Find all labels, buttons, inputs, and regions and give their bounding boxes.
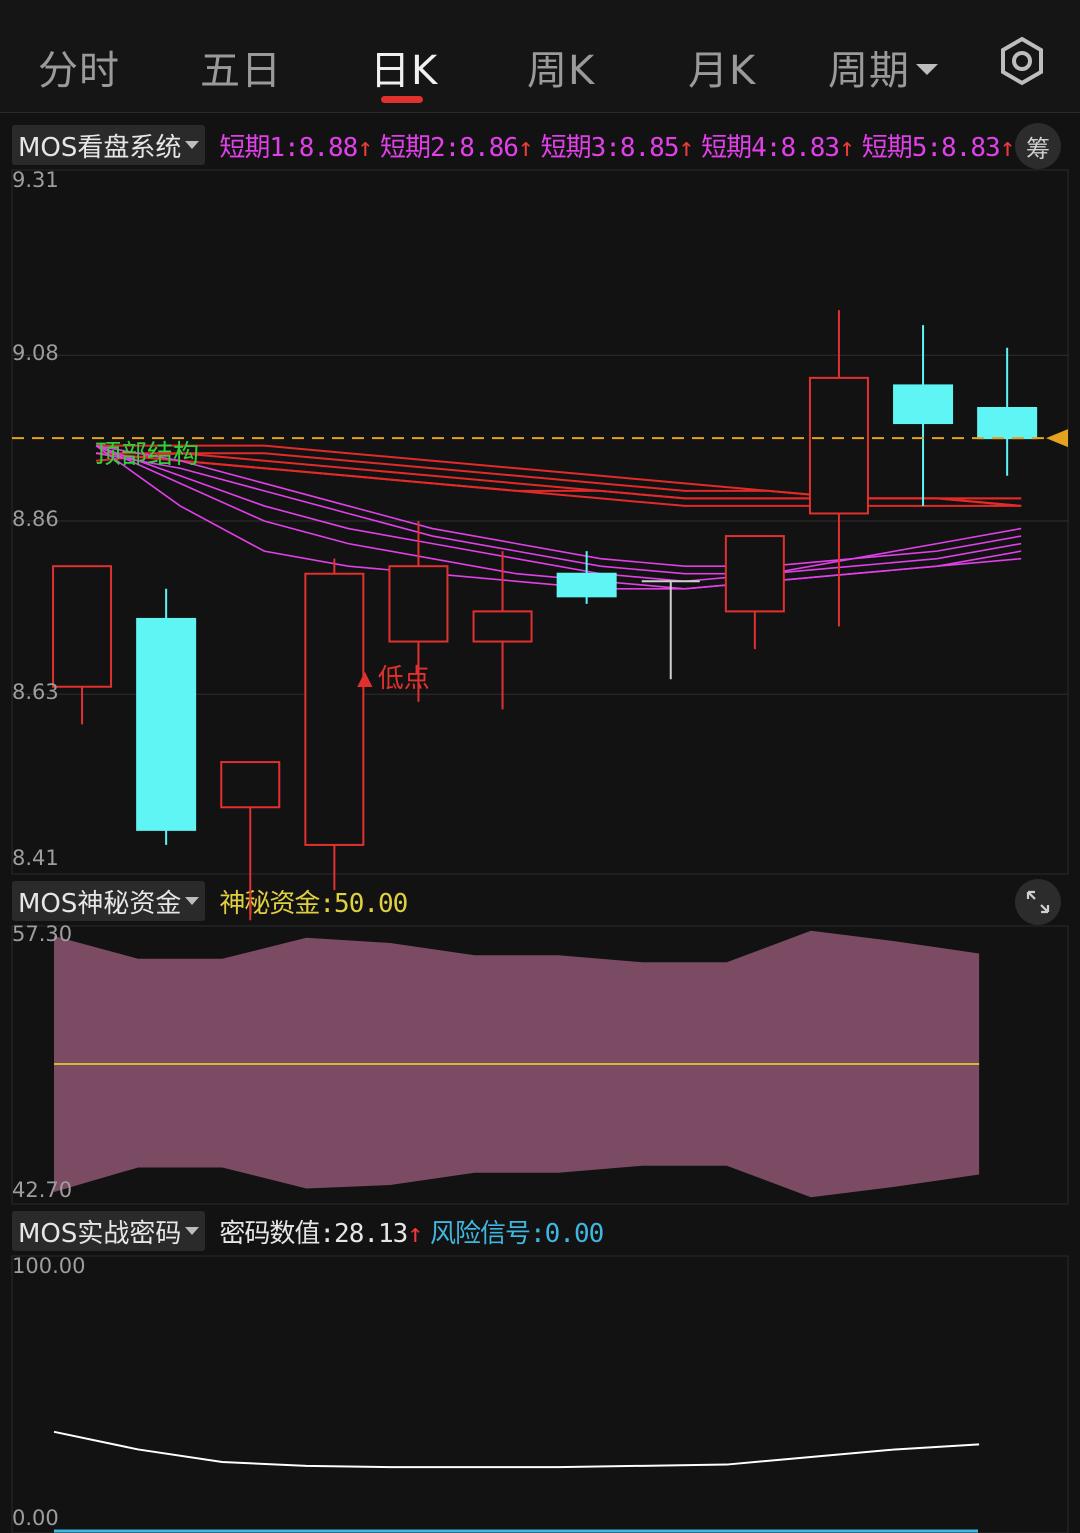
chart-canvas[interactable]: 顶部结构 ▲低点 [0,0,1080,1533]
candle-body [724,535,785,613]
candle-body [220,761,281,809]
top-structure-label: 顶部结构 [95,439,199,469]
y-tick-label: 57.30 [12,922,73,946]
candle-body [388,565,449,643]
candle-body [304,572,365,846]
candle-body [977,407,1038,440]
y-tick-label: 100.00 [12,1254,86,1278]
y-tick-label: 0.00 [12,1506,59,1530]
low-point-label: ▲低点 [352,663,430,693]
current-price-marker [1046,429,1068,448]
y-tick-label: 9.31 [12,168,59,192]
y-tick-label: 8.63 [12,680,59,705]
candle-body [893,384,954,425]
candle-body [556,572,617,598]
moving-average-line [95,445,1022,590]
y-tick-label: 8.41 [12,846,59,870]
moving-average-line [95,444,1022,590]
candle-body [136,617,197,831]
y-tick-label: 8.86 [12,507,59,531]
y-tick-label: 42.70 [12,1178,73,1202]
candle-body [808,376,869,515]
code-chart-frame [11,1255,1069,1533]
candle-body [472,610,533,643]
candle-body [52,565,113,688]
code-value-line [53,1430,980,1469]
y-tick-label: 9.08 [12,341,59,366]
